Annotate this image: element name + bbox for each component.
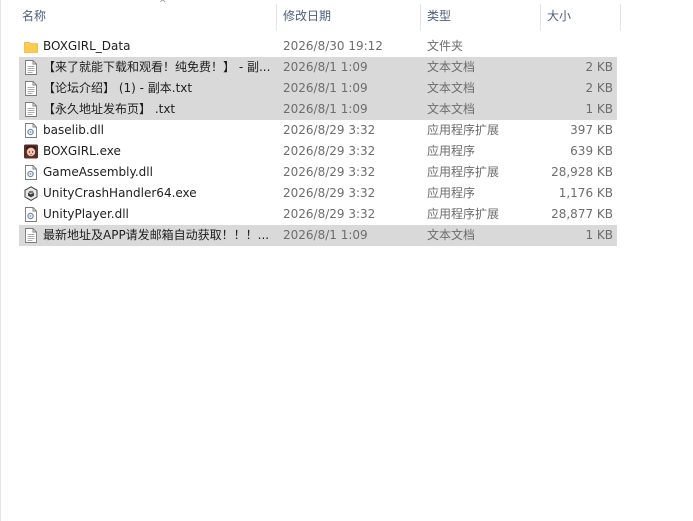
boxgirl-app-icon — [24, 144, 38, 159]
text-file-icon — [24, 81, 38, 96]
file-modified-date: 2026/8/29 3:32 — [283, 165, 376, 179]
file-name: baselib.dll — [43, 123, 104, 137]
file-name: BOXGIRL_Data — [43, 39, 131, 53]
file-row[interactable]: 最新地址及APP请发邮箱自动获取！！！... 2026/8/1 1:09 文本文… — [0, 225, 693, 246]
file-name: 最新地址及APP请发邮箱自动获取！！！... — [43, 228, 270, 242]
file-row[interactable]: BOXGIRL.exe 2026/8/29 3:32 应用程序 639 KB — [0, 141, 693, 162]
dll-file-icon — [24, 165, 38, 180]
file-size: 28,928 KB — [551, 165, 613, 179]
dll-file-icon — [24, 207, 38, 222]
file-modified-date: 2026/8/30 19:12 — [283, 39, 383, 53]
file-type: 应用程序扩展 — [427, 165, 500, 179]
column-divider[interactable] — [620, 4, 621, 31]
file-row[interactable]: UnityCrashHandler64.exe 2026/8/29 3:32 应… — [0, 183, 693, 204]
file-size — [540, 36, 613, 57]
text-file-icon — [24, 102, 38, 117]
file-size: 28,877 KB — [551, 207, 613, 221]
file-modified-date: 2026/8/1 1:09 — [283, 81, 368, 95]
file-modified-date: 2026/8/29 3:32 — [283, 144, 376, 158]
column-divider[interactable] — [276, 4, 277, 31]
file-size: 1 KB — [585, 228, 613, 242]
column-header-name[interactable]: 名称 ^ — [18, 0, 276, 32]
file-name: UnityCrashHandler64.exe — [43, 186, 197, 200]
column-divider[interactable] — [420, 4, 421, 31]
file-type: 应用程序扩展 — [427, 123, 500, 137]
file-list: BOXGIRL_Data 2026/8/30 19:12 文件夹 【来了就能下载… — [0, 36, 693, 246]
file-row[interactable]: 【论坛介绍】 (1) - 副本.txt 2026/8/1 1:09 文本文档 2… — [0, 78, 693, 99]
column-header-size[interactable]: 大小 — [543, 0, 620, 32]
file-name: 【永久地址发布页】 .txt — [43, 102, 176, 116]
folder-icon — [24, 39, 38, 54]
file-type: 应用程序 — [427, 144, 476, 158]
file-size: 397 KB — [570, 123, 613, 137]
column-header-type[interactable]: 类型 — [423, 0, 540, 32]
column-header-type-label: 类型 — [427, 9, 452, 23]
file-size: 2 KB — [585, 60, 613, 74]
column-header-bar: 名称 ^ 修改日期 类型 大小 — [0, 0, 693, 32]
column-header-date[interactable]: 修改日期 — [279, 0, 420, 32]
file-size: 2 KB — [585, 81, 613, 95]
file-row[interactable]: BOXGIRL_Data 2026/8/30 19:12 文件夹 — [0, 36, 693, 57]
file-size: 639 KB — [570, 144, 613, 158]
dll-file-icon — [24, 123, 38, 138]
file-type: 应用程序 — [427, 186, 476, 200]
file-explorer-pane: 名称 ^ 修改日期 类型 大小 BOXGIRL_Data 2026/8/30 1… — [0, 0, 693, 521]
file-size: 1,176 KB — [558, 186, 613, 200]
file-type: 文本文档 — [427, 102, 476, 116]
file-modified-date: 2026/8/29 3:32 — [283, 186, 376, 200]
text-file-icon — [24, 60, 38, 75]
file-name: 【来了就能下载和观看！纯免费！】 - 副... — [43, 60, 271, 74]
text-file-icon — [24, 228, 38, 243]
unity-app-icon — [24, 186, 38, 201]
file-modified-date: 2026/8/1 1:09 — [283, 102, 368, 116]
file-type: 文件夹 — [427, 39, 464, 53]
file-row[interactable]: UnityPlayer.dll 2026/8/29 3:32 应用程序扩展 28… — [0, 204, 693, 225]
sort-ascending-icon: ^ — [159, 0, 167, 9]
file-name: BOXGIRL.exe — [43, 144, 121, 158]
file-row[interactable]: 【永久地址发布页】 .txt 2026/8/1 1:09 文本文档 1 KB — [0, 99, 693, 120]
file-row[interactable]: 【来了就能下载和观看！纯免费！】 - 副... 2026/8/1 1:09 文本… — [0, 57, 693, 78]
file-name: 【论坛介绍】 (1) - 副本.txt — [43, 81, 193, 95]
file-name: GameAssembly.dll — [43, 165, 153, 179]
file-modified-date: 2026/8/1 1:09 — [283, 228, 368, 242]
file-type: 文本文档 — [427, 81, 476, 95]
file-modified-date: 2026/8/29 3:32 — [283, 207, 376, 221]
file-modified-date: 2026/8/1 1:09 — [283, 60, 368, 74]
file-type: 文本文档 — [427, 228, 476, 242]
file-name: UnityPlayer.dll — [43, 207, 129, 221]
column-header-size-label: 大小 — [547, 9, 572, 23]
file-type: 应用程序扩展 — [427, 207, 500, 221]
file-row[interactable]: baselib.dll 2026/8/29 3:32 应用程序扩展 397 KB — [0, 120, 693, 141]
column-divider[interactable] — [540, 4, 541, 31]
file-type: 文本文档 — [427, 60, 476, 74]
column-header-date-label: 修改日期 — [283, 9, 332, 23]
file-row[interactable]: GameAssembly.dll 2026/8/29 3:32 应用程序扩展 2… — [0, 162, 693, 183]
file-modified-date: 2026/8/29 3:32 — [283, 123, 376, 137]
column-header-name-label: 名称 — [22, 9, 47, 23]
file-size: 1 KB — [585, 102, 613, 116]
